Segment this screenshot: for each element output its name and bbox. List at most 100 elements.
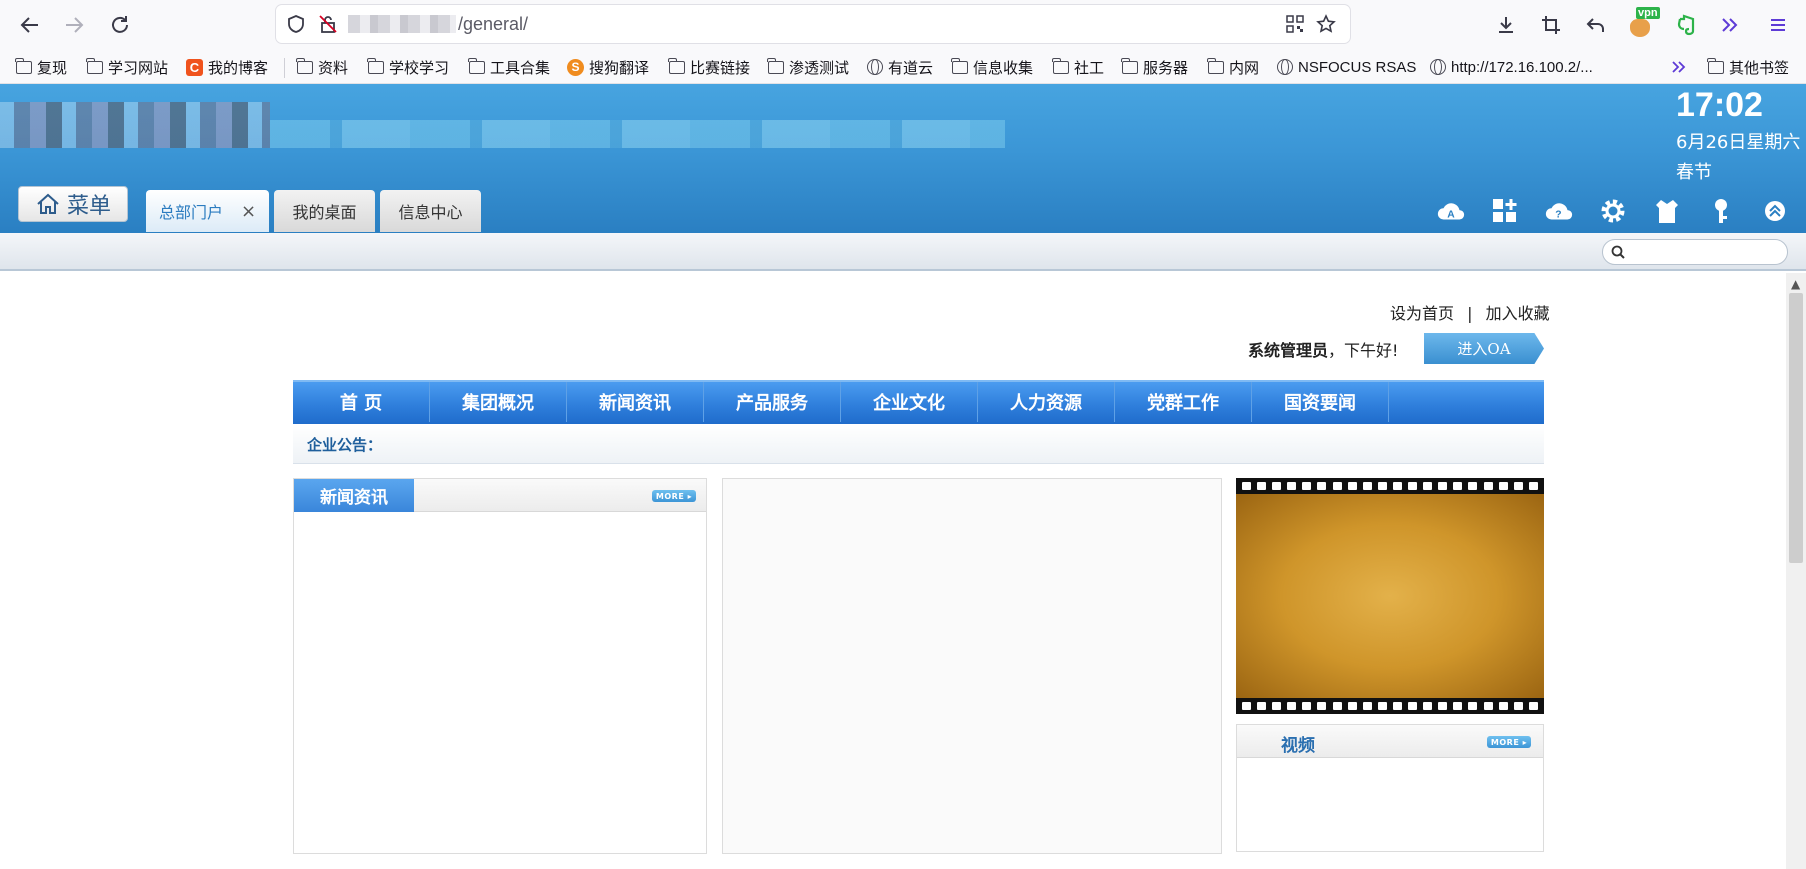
crop-button[interactable] bbox=[1535, 9, 1567, 41]
tab-hq-portal[interactable]: 总部门户 × bbox=[146, 190, 269, 232]
bookmark-item[interactable]: S 搜狗翻译 bbox=[567, 57, 649, 77]
announcement-label: 企业公告： bbox=[307, 436, 383, 454]
qr-code-icon[interactable] bbox=[1286, 15, 1304, 33]
bookmark-item[interactable]: http://172.16.100.2/... bbox=[1430, 57, 1593, 77]
bookmark-item[interactable]: 信息收集 bbox=[951, 57, 1033, 77]
festival-label: 春节 bbox=[1676, 162, 1712, 183]
evernote-button[interactable] bbox=[1670, 9, 1702, 41]
back-button[interactable] bbox=[14, 9, 46, 41]
folder-icon bbox=[468, 57, 485, 74]
insecure-lock-icon[interactable] bbox=[318, 14, 338, 34]
bookmark-item[interactable]: 资料 bbox=[296, 57, 348, 77]
download-icon bbox=[1499, 17, 1513, 33]
add-favorite-link[interactable]: 加入收藏 bbox=[1486, 304, 1550, 323]
bookmark-item[interactable]: NSFOCUS RSAS bbox=[1277, 57, 1416, 77]
nav-item-home[interactable]: 首 页 bbox=[293, 382, 430, 422]
bookmark-item[interactable]: 社工 bbox=[1052, 57, 1104, 77]
folder-icon bbox=[1707, 57, 1724, 74]
nav-item-group-overview[interactable]: 集团概况 bbox=[430, 382, 567, 422]
settings-gear-icon[interactable] bbox=[1598, 196, 1628, 226]
video-panel-header: 视频 MORE ▸ bbox=[1237, 725, 1543, 758]
bookmark-item[interactable]: 渗透测试 bbox=[767, 57, 849, 77]
double-chevron-right-icon bbox=[1672, 61, 1686, 73]
globe-icon bbox=[1277, 59, 1293, 75]
svg-text:?: ? bbox=[1555, 210, 1561, 221]
add-apps-icon[interactable] bbox=[1490, 196, 1520, 226]
tab-label: 信息中心 bbox=[398, 203, 463, 222]
double-chevron-right-icon bbox=[1722, 18, 1738, 32]
header-toolbar: A ? bbox=[1436, 196, 1790, 226]
scroll-up-icon[interactable]: ▲ bbox=[1791, 277, 1800, 291]
folder-icon bbox=[1121, 57, 1138, 74]
crop-icon bbox=[1542, 16, 1560, 34]
center-panel bbox=[722, 478, 1222, 854]
user-name: 系统管理员 bbox=[1248, 341, 1329, 360]
search-icon bbox=[1611, 245, 1625, 259]
nav-item-culture[interactable]: 企业文化 bbox=[841, 382, 978, 422]
bookmark-item[interactable]: C 我的博客 bbox=[186, 57, 268, 77]
help-cloud-icon[interactable]: ? bbox=[1544, 196, 1574, 226]
enter-oa-button[interactable]: 进入OA bbox=[1424, 333, 1544, 364]
page-scrollbar[interactable]: ▲ bbox=[1786, 273, 1806, 869]
key-icon[interactable] bbox=[1706, 196, 1736, 226]
news-panel: 新闻资讯 MORE ▸ bbox=[293, 478, 707, 854]
svg-text:A: A bbox=[1447, 210, 1455, 221]
folder-icon bbox=[367, 57, 384, 74]
undo-icon bbox=[1586, 18, 1604, 32]
sogou-icon: S bbox=[567, 58, 584, 76]
bookmark-item[interactable]: 服务器 bbox=[1121, 57, 1188, 77]
app-menu-button[interactable] bbox=[1762, 9, 1794, 41]
folder-icon bbox=[668, 57, 685, 74]
csdn-icon: C bbox=[186, 58, 203, 76]
bookmark-item[interactable]: 复现 bbox=[15, 57, 67, 77]
tab-close-button[interactable]: × bbox=[241, 201, 256, 222]
url-path: /general/ bbox=[458, 14, 529, 34]
set-homepage-link[interactable]: 设为首页 bbox=[1390, 304, 1454, 323]
nav-item-state-news[interactable]: 国资要闻 bbox=[1252, 382, 1389, 422]
search-input[interactable] bbox=[1602, 239, 1788, 265]
bookmark-item[interactable]: 有道云 bbox=[867, 57, 933, 77]
shirt-skin-icon[interactable] bbox=[1652, 196, 1682, 226]
cloud-a-icon[interactable]: A bbox=[1436, 196, 1466, 226]
reload-button[interactable] bbox=[104, 9, 136, 41]
forward-button[interactable] bbox=[58, 9, 90, 41]
tab-label: 我的桌面 bbox=[292, 203, 357, 222]
bookmark-item[interactable]: 其他书签 bbox=[1707, 57, 1789, 77]
nav-item-products[interactable]: 产品服务 bbox=[704, 382, 841, 422]
nav-item-hr[interactable]: 人力资源 bbox=[978, 382, 1115, 422]
shield-icon bbox=[288, 15, 304, 33]
bookmarks-separator bbox=[284, 58, 285, 78]
vpn-badge: vpn bbox=[1636, 7, 1660, 19]
clock-date: 6月26日星期六 bbox=[1676, 132, 1801, 153]
video-more-button[interactable]: MORE ▸ bbox=[1487, 736, 1531, 748]
address-bar[interactable]: /general/ bbox=[276, 5, 1350, 43]
menu-button[interactable]: 菜单 bbox=[18, 186, 128, 222]
bookmark-item[interactable]: 比赛链接 bbox=[668, 57, 750, 77]
bookmark-item[interactable]: 学习网站 bbox=[86, 57, 168, 77]
fox-icon bbox=[1630, 19, 1650, 37]
nav-item-news[interactable]: 新闻资讯 bbox=[567, 382, 704, 422]
folder-icon bbox=[1207, 57, 1224, 74]
overflow-extensions-button[interactable] bbox=[1714, 9, 1746, 41]
news-panel-title: 新闻资讯 bbox=[294, 479, 414, 512]
vpn-extension-button[interactable]: vpn bbox=[1624, 7, 1660, 41]
collapse-icon[interactable] bbox=[1760, 196, 1790, 226]
news-more-button[interactable]: MORE ▸ bbox=[652, 490, 696, 502]
tab-my-desktop[interactable]: 我的桌面 bbox=[274, 190, 375, 232]
tab-info-center[interactable]: 信息中心 bbox=[380, 190, 481, 232]
undo-button[interactable] bbox=[1580, 9, 1612, 41]
nav-item-party-work[interactable]: 党群工作 bbox=[1115, 382, 1252, 422]
bookmark-item[interactable]: 内网 bbox=[1207, 57, 1259, 77]
main-nav: 首 页 集团概况 新闻资讯 产品服务 企业文化 人力资源 党群工作 国资要闻 bbox=[293, 380, 1544, 424]
downloads-button[interactable] bbox=[1490, 9, 1522, 41]
video-film-strip[interactable] bbox=[1236, 478, 1544, 714]
bookmark-item[interactable]: 学校学习 bbox=[367, 57, 449, 77]
bookmark-item[interactable]: 工具合集 bbox=[468, 57, 550, 77]
scroll-thumb[interactable] bbox=[1789, 293, 1803, 563]
video-thumbnail bbox=[1236, 494, 1544, 698]
clock-time: 17:02 bbox=[1676, 86, 1763, 124]
bookmarks-overflow-button[interactable] bbox=[1670, 57, 1688, 77]
hamburger-menu-icon bbox=[1771, 19, 1785, 31]
announcement-bar: 企业公告： bbox=[293, 424, 1544, 464]
star-bookmark-icon[interactable] bbox=[1316, 14, 1336, 34]
